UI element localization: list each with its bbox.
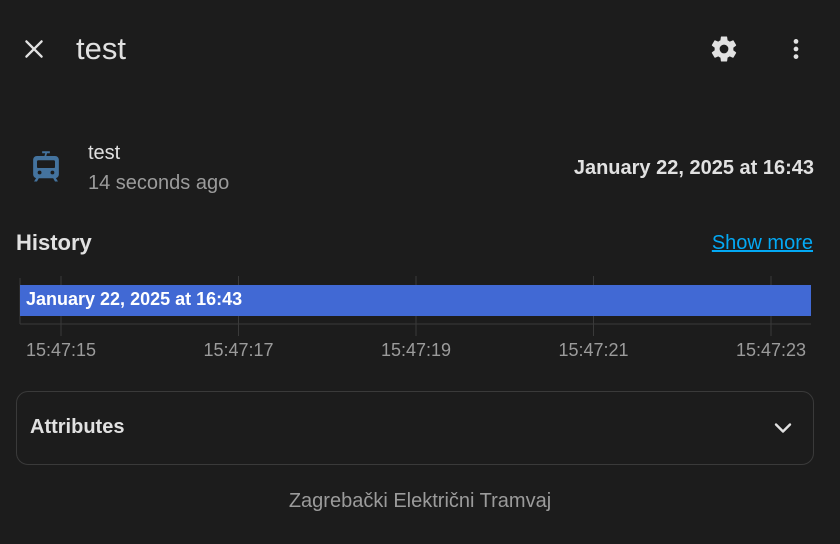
attribution-text: Zagrebački Električni Tramvaj	[288, 490, 552, 512]
timeline-tick-label: 15:47:21	[558, 340, 628, 360]
entity-last-changed: 14 seconds ago	[88, 172, 230, 194]
timeline-tick-label: 15:47:17	[203, 340, 273, 360]
attributes-label: Attributes	[30, 416, 125, 438]
more-info-dialog: test test 14 seconds ago January 22, 202…	[0, 0, 840, 544]
timeline-tick-label: 15:47:19	[381, 340, 451, 360]
dialog-title: test	[76, 31, 126, 66]
show-more-link[interactable]: Show more	[712, 232, 813, 255]
more-vertical-icon	[793, 39, 799, 59]
close-button[interactable]	[10, 25, 58, 73]
chevron-down-icon	[774, 423, 792, 433]
entity-state: January 22, 2025 at 16:43	[573, 157, 814, 179]
dialog-header: test	[0, 0, 840, 96]
timeline-tick-label: 15:47:23	[736, 340, 806, 360]
settings-button[interactable]	[700, 25, 748, 73]
history-timeline-chart[interactable]: 15:47:15 15:47:17 15:47:19 15:47:21 15:47:23…	[0, 270, 840, 370]
history-title: History	[16, 230, 92, 255]
entity-row: test 14 seconds ago January 22, 2025 at …	[16, 140, 814, 198]
gear-icon	[711, 36, 737, 62]
entity-name: test	[88, 142, 121, 164]
timeline-tick-label: 15:47:15	[26, 340, 96, 360]
more-options-button[interactable]	[772, 25, 820, 73]
close-icon	[25, 40, 43, 58]
tram-icon	[33, 151, 59, 182]
attributes-expander[interactable]: Attributes	[16, 391, 814, 465]
timeline-bar-label: January 22, 2025 at 16:43	[26, 289, 242, 309]
